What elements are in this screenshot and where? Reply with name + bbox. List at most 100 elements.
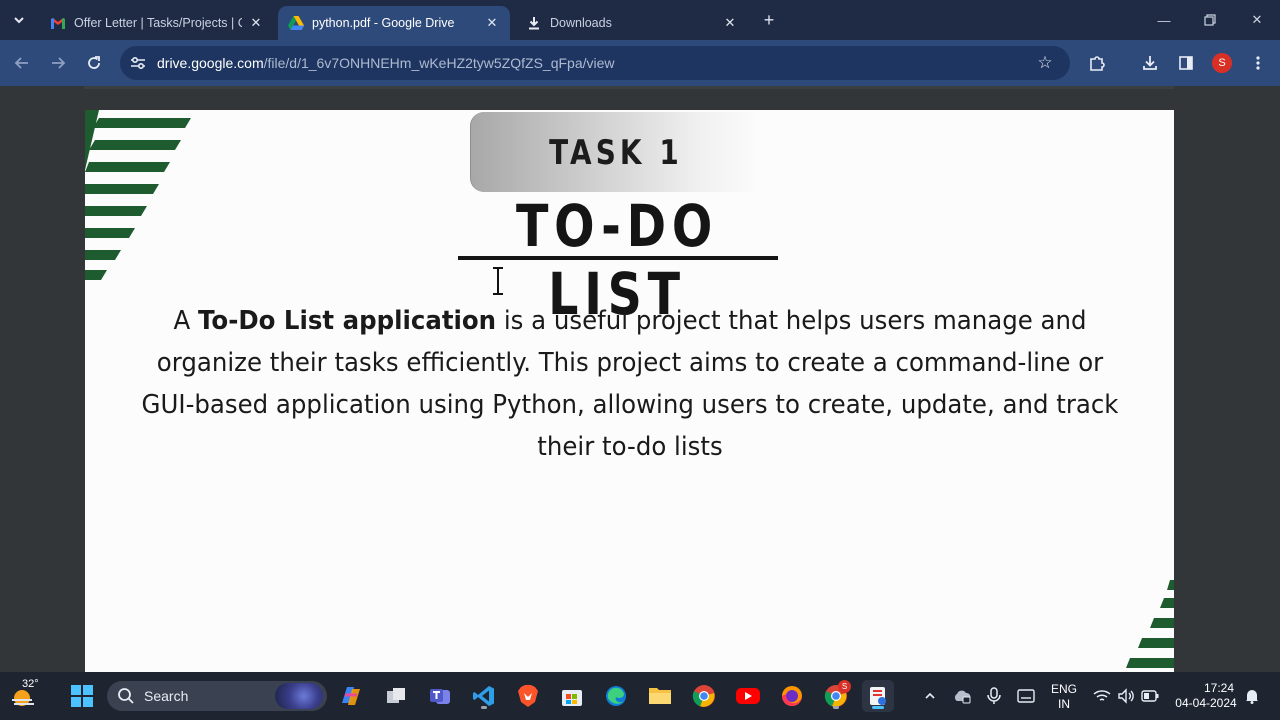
tab-strip: Offer Letter | Tasks/Projects | Co ✕ pyt… (0, 0, 1280, 40)
store-icon (562, 690, 582, 706)
heading-underline (458, 256, 778, 260)
bookmark-star-icon[interactable]: ☆ (1034, 52, 1056, 74)
close-window-button[interactable]: ✕ (1243, 8, 1271, 32)
chevron-down-icon (14, 17, 24, 24)
side-panel-button[interactable] (1174, 51, 1198, 75)
firefox-icon (782, 686, 802, 706)
tab-title: Offer Letter | Tasks/Projects | Co (74, 16, 242, 30)
task-view-app[interactable] (380, 680, 412, 712)
bell-icon (1246, 690, 1258, 704)
battery-tray[interactable] (1134, 680, 1166, 712)
text-cursor-icon (493, 267, 503, 295)
chrome-profile-app[interactable] (688, 680, 720, 712)
new-tab-button[interactable]: + (758, 9, 780, 31)
file-explorer-app[interactable] (644, 680, 676, 712)
wifi-icon (1093, 690, 1111, 701)
downloads-button[interactable] (1138, 51, 1162, 75)
side-panel-icon (1179, 56, 1193, 70)
weather-temperature: 32° (22, 678, 39, 690)
active-indicator (872, 706, 884, 709)
chevron-up-icon (925, 692, 935, 699)
clock-date: 04-04-2024 (1175, 696, 1237, 710)
language-indicator[interactable]: ENG IN (1046, 682, 1082, 712)
clock-time: 17:24 (1203, 681, 1234, 695)
gmail-icon (50, 15, 66, 31)
site-settings-icon[interactable] (128, 53, 148, 73)
pdf-page: TASK 1 TO-DO LIST A To-Do List applicati… (85, 110, 1174, 672)
brave-app[interactable] (512, 680, 544, 712)
vscode-icon (473, 686, 494, 706)
battery-icon (1141, 690, 1159, 702)
language-code: ENG (1050, 682, 1077, 696)
address-bar[interactable]: drive.google.com/file/d/1_6v7ONHNEHm_wKe… (120, 46, 1070, 80)
description-bold: To-Do List application (197, 306, 497, 336)
firefox-app[interactable] (776, 680, 808, 712)
display-tray[interactable] (1010, 680, 1042, 712)
restore-icon (1204, 14, 1216, 26)
profile-avatar[interactable]: S (1212, 53, 1232, 73)
tab-gmail[interactable]: Offer Letter | Tasks/Projects | Co ✕ (40, 6, 274, 40)
description-lead: A (173, 306, 198, 336)
cloud-icon (954, 690, 971, 704)
extensions-button[interactable] (1085, 51, 1109, 75)
clock[interactable]: 17:24 04-04-2024 (1166, 681, 1246, 711)
restore-button[interactable] (1196, 8, 1224, 32)
url-path: /file/d/1_6v7ONHNEHm_wKeHZ2tyw5ZQfZS_qFp… (263, 55, 615, 71)
description-paragraph: A To-Do List application is a useful pro… (137, 300, 1124, 468)
microsoft-store-app[interactable] (556, 680, 588, 712)
minimize-button[interactable]: — (1150, 8, 1178, 32)
tab-search-button[interactable] (6, 8, 32, 32)
browser-toolbar: drive.google.com/file/d/1_6v7ONHNEHm_wKe… (0, 40, 1280, 86)
back-button[interactable] (10, 51, 34, 75)
tab-downloads[interactable]: Downloads ✕ (516, 6, 748, 40)
menu-button[interactable] (1246, 51, 1270, 75)
microphone-tray[interactable] (978, 680, 1010, 712)
language-region: IN (1058, 697, 1070, 711)
tab-title: Downloads (550, 16, 612, 30)
snipping-tool-icon (870, 687, 886, 705)
task-badge-label: TASK 1 (549, 133, 683, 173)
chrome-profile-badge: S (838, 680, 851, 693)
copilot-icon (342, 687, 360, 705)
close-icon[interactable]: ✕ (722, 15, 738, 31)
url-text[interactable]: drive.google.com/file/d/1_6v7ONHNEHm_wKe… (157, 55, 615, 71)
windows-icon (71, 685, 93, 707)
more-vert-icon (1256, 56, 1260, 70)
onedrive-tray[interactable] (946, 680, 978, 712)
download-icon (526, 15, 542, 31)
search-highlight-image (275, 683, 323, 709)
puzzle-icon (1090, 56, 1105, 71)
folder-icon (649, 688, 671, 704)
arrow-right-icon (52, 57, 66, 69)
snipping-tool-app[interactable] (862, 680, 894, 712)
task-badge: TASK 1 (470, 112, 760, 192)
notifications-button[interactable] (1240, 680, 1264, 712)
search-label: Search (144, 688, 189, 704)
edge-app[interactable] (600, 680, 632, 712)
running-indicator (833, 706, 839, 709)
forward-button[interactable] (46, 51, 70, 75)
corner-stripes-decoration (85, 110, 191, 280)
running-indicator (481, 706, 487, 709)
tab-python-pdf[interactable]: python.pdf - Google Drive ✕ (278, 6, 510, 40)
reload-icon (88, 56, 100, 69)
microphone-icon (987, 687, 1001, 704)
youtube-icon (736, 688, 760, 704)
youtube-app[interactable] (732, 680, 764, 712)
vscode-app[interactable] (468, 680, 500, 712)
download-icon (1143, 56, 1157, 70)
close-icon[interactable]: ✕ (484, 15, 500, 31)
search-icon (118, 688, 134, 704)
keyboard-icon (1017, 689, 1035, 703)
start-button[interactable] (66, 680, 98, 712)
close-icon[interactable]: ✕ (248, 15, 264, 31)
teams-icon (430, 689, 450, 704)
reload-button[interactable] (82, 51, 106, 75)
taskbar-search[interactable]: Search (107, 681, 327, 711)
teams-app[interactable] (424, 680, 456, 712)
show-hidden-icons-button[interactable] (914, 680, 946, 712)
copilot-app[interactable] (335, 680, 367, 712)
tab-title: python.pdf - Google Drive (312, 16, 455, 30)
chrome-app[interactable]: S (820, 680, 852, 712)
speaker-icon (1118, 688, 1134, 704)
